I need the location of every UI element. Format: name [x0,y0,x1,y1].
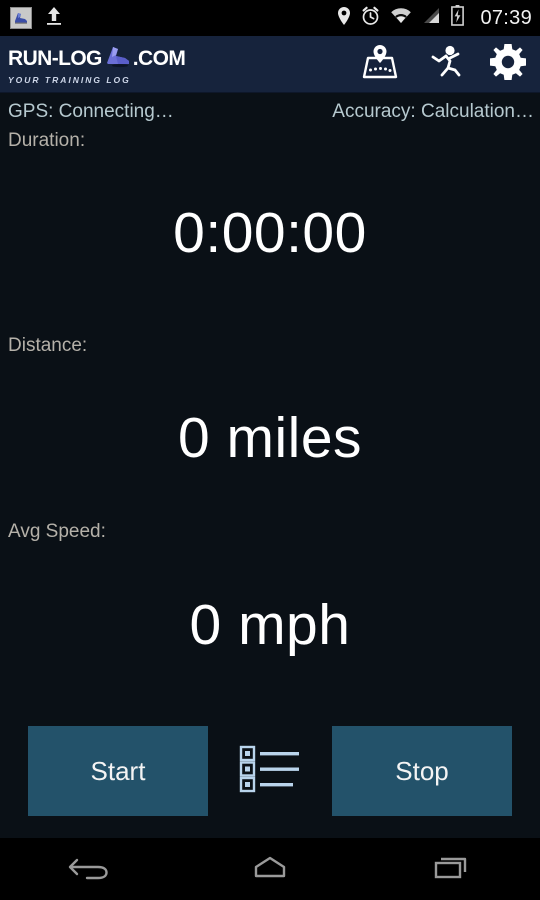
app-logo-tagline: YOUR TRAINING LOG [8,75,131,86]
app-logo-text-left: RUN-LOG [8,46,102,70]
action-bar-buttons [360,42,528,87]
duration-label: Duration: [8,129,86,151]
metric-duration: Duration: 0:00:00 [0,128,540,262]
shoe-logo-icon [102,43,132,73]
home-icon [245,850,295,889]
status-bar-clock: 07:39 [480,7,532,29]
app-root: 07:39 RUN-LOG .COM YOUR TRAINING LOG GPS… [0,0,540,900]
accuracy-status-text: Accuracy: Calculation… [332,101,534,122]
status-bar: 07:39 [0,0,540,36]
gps-status-text: GPS: Connecting… [8,101,174,122]
map-icon [361,44,399,85]
app-logo-wordmark: RUN-LOG .COM [8,43,186,73]
avg-speed-label: Avg Speed: [8,521,106,543]
recents-icon [425,850,475,889]
gear-icon [488,42,528,87]
gps-status-row: GPS: Connecting… Accuracy: Calculation… [0,93,540,124]
distance-value: 0 miles [177,406,363,471]
battery-charging-icon [451,5,465,31]
alarm-clock-icon [361,6,380,31]
start-button[interactable]: Start [28,726,208,816]
action-bar: RUN-LOG .COM YOUR TRAINING LOG [0,36,540,93]
wifi-icon [390,7,412,30]
controls-bar: Start Stop [0,726,540,838]
status-bar-notifications [10,5,64,32]
status-bar-system: 07:39 [337,5,532,31]
metrics-panel: Duration: 0:00:00 Distance: 0 miles Avg … [0,124,540,726]
back-icon [65,850,115,889]
metric-distance: Distance: 0 miles [0,262,540,468]
map-button[interactable] [360,44,400,84]
distance-label: Distance: [8,334,88,356]
upload-icon [44,5,64,32]
log-list-button[interactable] [235,736,305,806]
list-icon [239,741,301,802]
metric-avg-speed: Avg Speed: 0 mph [0,467,540,654]
duration-value: 0:00:00 [173,200,367,265]
nav-home-button[interactable] [220,844,320,894]
settings-button[interactable] [488,42,528,87]
shoe-app-icon [10,7,32,29]
app-logo[interactable]: RUN-LOG .COM YOUR TRAINING LOG [8,43,186,86]
stop-button[interactable]: Stop [332,726,512,816]
location-pin-icon [337,6,351,31]
nav-back-button[interactable] [40,844,140,894]
android-navigation-bar [0,838,540,900]
app-logo-text-right: .COM [132,46,186,70]
cell-signal-icon [422,7,441,30]
run-button[interactable] [424,44,464,84]
runner-icon [426,44,462,85]
avg-speed-value: 0 mph [189,593,351,658]
nav-recents-button[interactable] [400,844,500,894]
